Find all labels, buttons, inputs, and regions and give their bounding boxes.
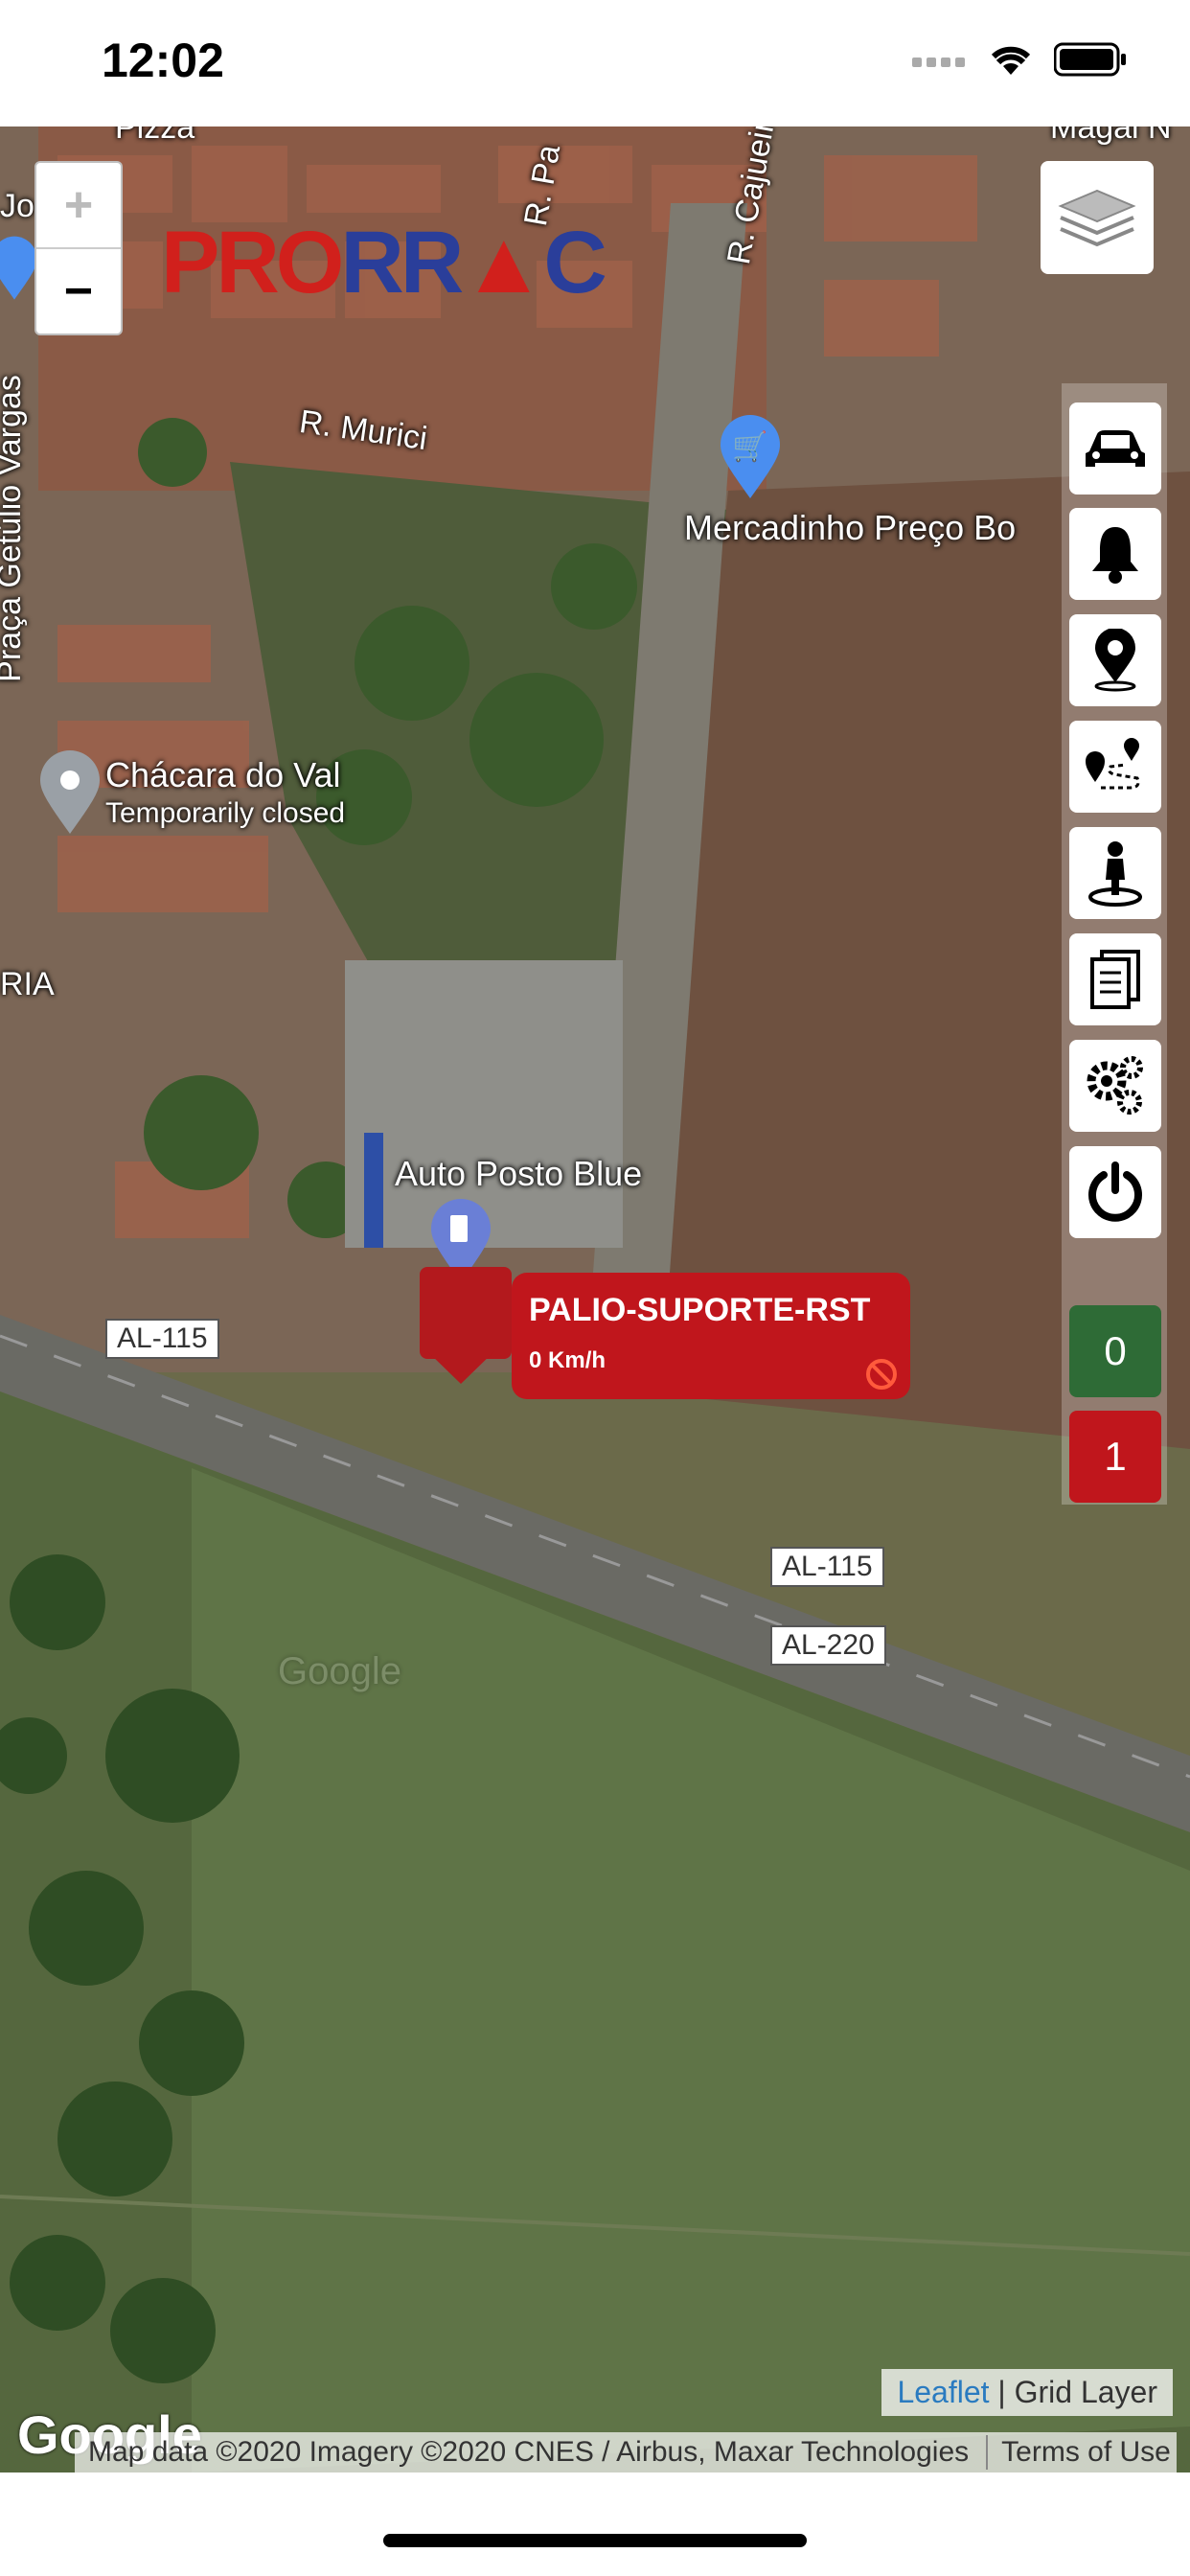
poi-chacara-label: Chácara do Val bbox=[105, 755, 341, 794]
status-icons bbox=[912, 42, 1127, 77]
vehicle-info-popup[interactable]: PALIO-SUPORTE-RST 0 Km/h bbox=[512, 1273, 910, 1399]
layers-icon bbox=[1058, 189, 1136, 247]
driver-button[interactable] bbox=[1069, 827, 1161, 919]
street-label: Jo bbox=[0, 188, 34, 224]
document-icon bbox=[1090, 950, 1140, 1009]
road-shield: AL-220 bbox=[770, 1625, 886, 1666]
shopping-cart-pin-icon[interactable] bbox=[0, 232, 38, 305]
svg-text:🛒: 🛒 bbox=[732, 429, 767, 464]
location-pin-icon bbox=[1094, 629, 1136, 692]
status-time: 12:02 bbox=[102, 34, 224, 87]
settings-gears-icon bbox=[1087, 1056, 1143, 1115]
vehicle-name: PALIO-SUPORTE-RST bbox=[529, 1292, 871, 1328]
location-button[interactable] bbox=[1069, 614, 1161, 706]
attribution-separator: | bbox=[997, 2375, 1015, 2409]
street-label: RIA bbox=[0, 966, 55, 1002]
street-label: Pizza bbox=[115, 126, 195, 146]
home-indicator[interactable] bbox=[383, 2534, 807, 2547]
vehicle-marker[interactable] bbox=[420, 1267, 512, 1359]
blocked-icon bbox=[866, 1359, 897, 1390]
poi-auto-posto-label: Auto Posto Blue bbox=[395, 1154, 643, 1193]
grid-layer-label: Grid Layer bbox=[1014, 2375, 1157, 2409]
poi-mercadinho-label: Mercadinho Preço Bo bbox=[684, 508, 1017, 547]
bottom-safe-area bbox=[0, 2472, 1190, 2576]
vehicles-button[interactable] bbox=[1069, 402, 1161, 494]
reports-button[interactable] bbox=[1069, 933, 1161, 1025]
zoom-out-button[interactable]: − bbox=[36, 249, 121, 334]
terms-of-use-link[interactable]: Terms of Use bbox=[1001, 2436, 1171, 2469]
signal-icon bbox=[912, 58, 965, 67]
map-copyright: Map data ©2020 Imagery ©2020 CNES / Airb… bbox=[75, 2432, 1177, 2472]
prorrac-logo: PRORR▲C bbox=[161, 214, 607, 311]
layers-button[interactable] bbox=[1041, 161, 1154, 274]
route-button[interactable] bbox=[1069, 721, 1161, 813]
zoom-in-button[interactable]: + bbox=[36, 163, 121, 249]
vehicle-marker-pointer-icon bbox=[427, 1351, 494, 1384]
leaflet-attribution: Leaflet | Grid Layer bbox=[881, 2369, 1173, 2416]
street-label: Magal N bbox=[1050, 126, 1172, 146]
car-icon bbox=[1086, 430, 1145, 467]
status-bar: 12:02 bbox=[0, 0, 1190, 126]
road-shield: AL-115 bbox=[105, 1319, 219, 1359]
map-watermark: Google bbox=[278, 1650, 401, 1692]
battery-icon bbox=[1054, 42, 1126, 77]
online-count-button[interactable]: 0 bbox=[1069, 1305, 1161, 1397]
offline-count-button[interactable]: 1 bbox=[1069, 1411, 1161, 1503]
person-location-icon bbox=[1088, 841, 1142, 907]
map-data-text: Map data ©2020 Imagery ©2020 CNES / Airb… bbox=[88, 2436, 970, 2468]
road-shield: AL-115 bbox=[770, 1547, 884, 1587]
poi-chacara-status: Temporarily closed bbox=[105, 797, 346, 829]
power-icon bbox=[1088, 1162, 1142, 1222]
route-icon bbox=[1086, 738, 1140, 790]
vehicle-speed: 0 Km/h bbox=[529, 1347, 606, 1373]
wifi-icon bbox=[991, 46, 1031, 75]
logout-button[interactable] bbox=[1069, 1146, 1161, 1238]
zoom-control: + − bbox=[34, 161, 123, 335]
map-pin-icon[interactable] bbox=[38, 749, 102, 836]
shopping-cart-pin-icon[interactable]: 🛒 bbox=[719, 414, 782, 500]
leaflet-link[interactable]: Leaflet bbox=[897, 2375, 989, 2409]
attribution-divider bbox=[986, 2435, 989, 2470]
settings-button[interactable] bbox=[1069, 1040, 1161, 1132]
alerts-button[interactable] bbox=[1069, 508, 1161, 600]
bell-icon bbox=[1092, 527, 1138, 584]
street-label: Praça Getúlio Vargas bbox=[0, 375, 28, 682]
